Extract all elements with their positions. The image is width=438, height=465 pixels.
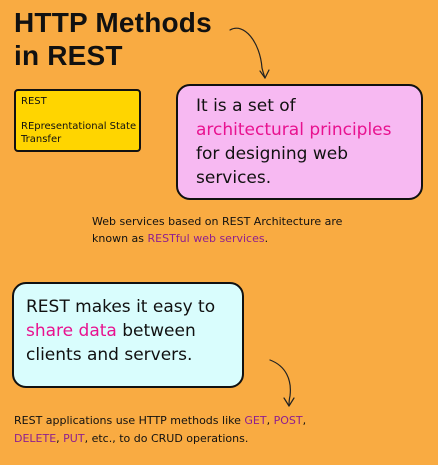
definition-line-4: services. <box>196 168 272 188</box>
share-data-box: REST makes it easy to share data between… <box>12 282 244 388</box>
http-methods-note: REST applications use HTTP methods like … <box>14 412 426 448</box>
method-delete: DELETE <box>14 432 57 445</box>
rest-expansion: REpresentational State Transfer <box>21 121 137 145</box>
share-arrow <box>269 359 295 407</box>
restful-note-prefix: known as <box>92 232 148 245</box>
share-highlight: share data <box>26 321 117 341</box>
title-line-1: HTTP Methods <box>14 7 212 38</box>
title-arrow <box>229 27 270 79</box>
methods-comma-2: , <box>302 414 307 427</box>
definition-line-3: for designing web <box>196 144 349 164</box>
definition-highlight: architectural principles <box>196 120 392 140</box>
share-line-3: clients and servers. <box>26 345 193 365</box>
methods-line-2: DELETE, PUT, etc., to do CRUD operations… <box>14 430 426 448</box>
restful-note-suffix: . <box>264 232 269 245</box>
title-line-2: in REST <box>14 40 123 71</box>
methods-suffix: , etc., to do CRUD operations. <box>84 432 249 445</box>
methods-prefix: REST applications use HTTP methods like <box>14 414 245 427</box>
share-line-1: REST makes it easy to <box>26 297 216 317</box>
rest-abbreviation: REST <box>21 96 47 107</box>
share-line-2: share data between <box>26 319 232 343</box>
method-put: PUT <box>63 432 85 445</box>
restful-note-highlight: RESTful web services <box>147 232 265 245</box>
definition-line-1: It is a set of <box>196 96 296 116</box>
restful-services-note: Web services based on REST Architecture … <box>92 213 422 247</box>
method-post: POST <box>273 414 303 427</box>
page-title: HTTP Methods in REST <box>14 6 212 72</box>
methods-comma-1: , <box>266 414 274 427</box>
rest-acronym-box: REST REpresentational State Transfer <box>14 89 141 152</box>
share-line-2-suffix: between <box>116 321 196 341</box>
methods-line-1: REST applications use HTTP methods like … <box>14 412 426 430</box>
restful-note-line-2: known as RESTful web services. <box>92 230 422 247</box>
definition-box: It is a set of architectural principles … <box>176 84 423 200</box>
method-get: GET <box>244 414 267 427</box>
restful-note-line-1: Web services based on REST Architecture … <box>92 215 343 228</box>
